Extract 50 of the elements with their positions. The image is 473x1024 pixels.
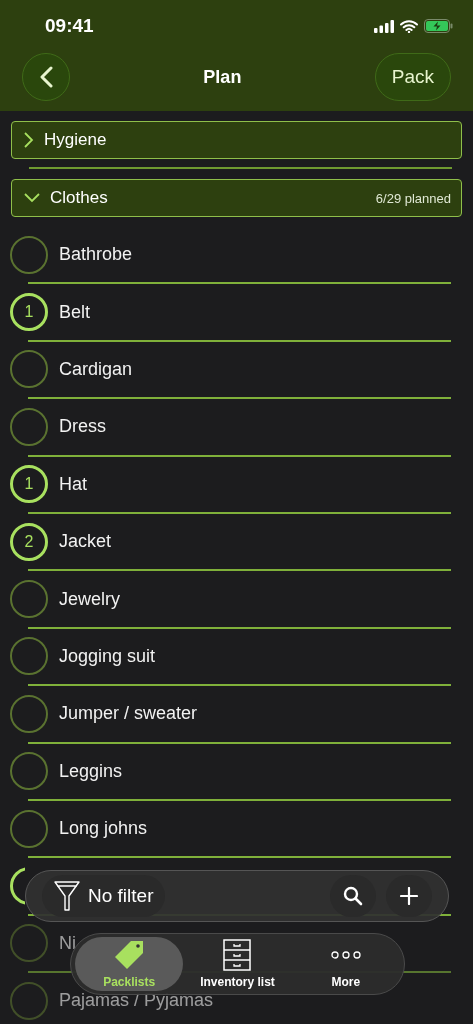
chevron-down-icon: [24, 193, 40, 203]
tab[interactable]: Inventory list: [183, 937, 292, 991]
drawers-icon: [223, 939, 252, 971]
signal-icon: [374, 19, 394, 33]
item-name: Leggins: [59, 760, 123, 782]
item-name: Hat: [59, 473, 87, 495]
add-button[interactable]: [386, 875, 432, 917]
item-name: Jogging suit: [59, 645, 156, 667]
screen-title: Plan: [203, 66, 242, 88]
plan-toggle[interactable]: 2: [10, 522, 48, 561]
plan-toggle[interactable]: [10, 809, 48, 848]
item-name: Cardigan: [59, 358, 133, 380]
plan-toggle[interactable]: [10, 637, 48, 676]
plan-toggle[interactable]: [10, 752, 48, 791]
battery-icon: [424, 19, 453, 33]
plan-toggle[interactable]: [10, 235, 48, 274]
plan-toggle[interactable]: [10, 580, 48, 619]
section-header[interactable]: Clothes 6/29 planned: [11, 179, 462, 217]
item-name: Jewelry: [59, 588, 120, 610]
item-name: Jumper / sweater: [59, 703, 198, 725]
tag-icon: [113, 939, 146, 971]
chevron-left-icon: [39, 66, 53, 88]
tab[interactable]: Packlists: [75, 937, 184, 991]
tab[interactable]: More: [291, 937, 400, 991]
item-name: Jacket: [59, 531, 112, 553]
back-button[interactable]: [22, 53, 70, 101]
search-button[interactable]: [330, 875, 376, 917]
wifi-icon: [400, 19, 418, 33]
plan-toggle[interactable]: [10, 924, 48, 963]
planned-count: 6/29 planned: [375, 190, 451, 206]
plan-toggle[interactable]: [10, 694, 48, 733]
filter-button[interactable]: No filter: [42, 875, 166, 917]
item-name: Dress: [59, 416, 106, 438]
plan-toggle[interactable]: 1: [10, 465, 48, 504]
item-name: Ni: [59, 932, 76, 954]
plan-toggle[interactable]: 1: [10, 293, 48, 332]
plan-toggle[interactable]: [10, 981, 48, 1020]
pack-button[interactable]: Pack: [374, 53, 451, 101]
chevron-right-icon: [24, 132, 34, 148]
section-header[interactable]: Hygiene: [11, 121, 462, 159]
status-time: 09:41: [45, 15, 94, 37]
item-name: Bathrobe: [59, 244, 133, 266]
more-icon: [329, 951, 362, 959]
plan-toggle[interactable]: [10, 407, 48, 446]
funnel-icon: [54, 880, 80, 912]
plan-toggle[interactable]: [10, 350, 48, 389]
item-name: Long johns: [59, 818, 148, 840]
item-name: Belt: [59, 301, 91, 323]
search-icon: [343, 886, 363, 906]
plus-icon: [400, 887, 418, 905]
